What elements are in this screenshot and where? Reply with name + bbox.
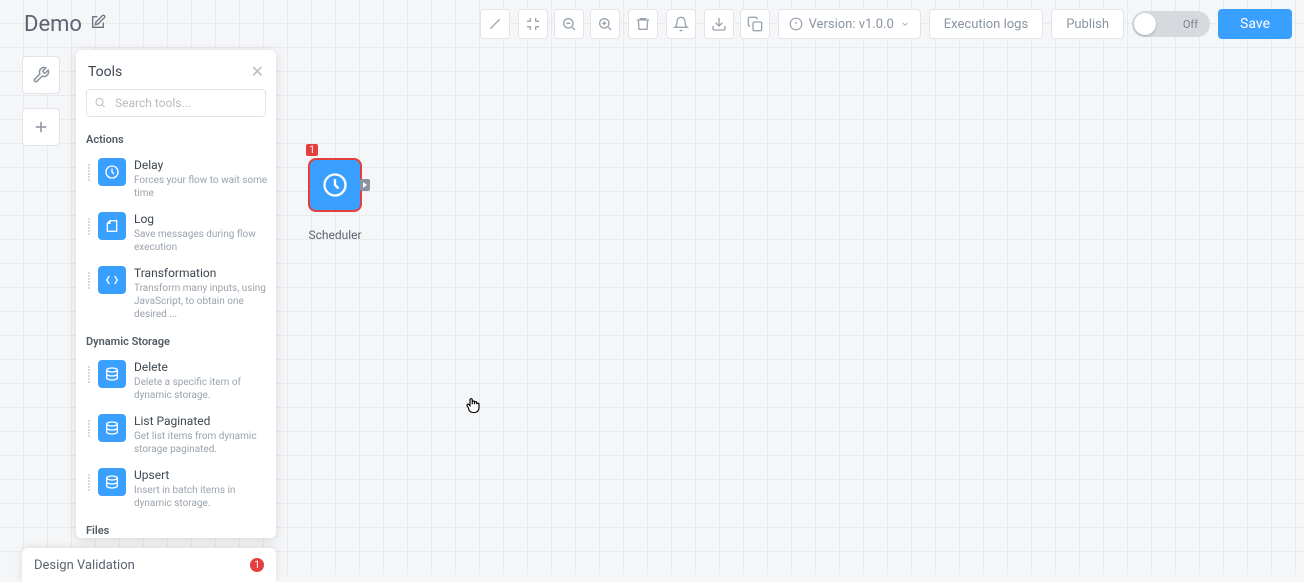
tool-delay[interactable]: Delay Forces your flow to wait some time <box>86 152 270 206</box>
top-header: Demo Version: v1.0.0 Execution logs <box>0 0 1304 48</box>
save-button[interactable]: Save <box>1218 9 1292 39</box>
database-icon <box>98 468 126 496</box>
drag-handle-icon <box>88 366 90 383</box>
section-files: Files <box>86 524 270 537</box>
tool-name: Delete <box>134 360 268 374</box>
tool-delete[interactable]: Delete Delete a specific item of dynamic… <box>86 354 270 408</box>
tool-transformation[interactable]: Transformation Transform many inputs, us… <box>86 260 270 327</box>
clock-icon <box>98 158 126 186</box>
log-icon <box>98 212 126 240</box>
version-label: Version: v1.0.0 <box>809 17 894 32</box>
node-box[interactable] <box>308 158 362 212</box>
drag-handle-icon <box>88 218 90 235</box>
add-node-button[interactable] <box>22 108 60 146</box>
trash-icon[interactable] <box>628 9 658 39</box>
section-dynamic-storage: Dynamic Storage <box>86 335 270 348</box>
search-icon <box>94 94 106 113</box>
tools-panel: Tools ✕ Actions Delay Forces your flow t… <box>76 50 276 538</box>
validation-label: Design Validation <box>34 558 135 573</box>
node-error-badge: 1 <box>306 144 318 156</box>
toolbar: Version: v1.0.0 Execution logs Publish O… <box>480 9 1292 39</box>
search-input[interactable] <box>86 89 266 117</box>
toggle-knob <box>1134 13 1156 35</box>
database-icon <box>98 414 126 442</box>
node-label: Scheduler <box>308 228 361 242</box>
tools-wrench-icon[interactable] <box>22 56 60 94</box>
tool-desc: Insert in batch items in dynamic storage… <box>134 484 268 510</box>
flow-toggle[interactable]: Off <box>1132 11 1210 37</box>
tool-name: Transformation <box>134 266 268 280</box>
tool-desc: Delete a specific item of dynamic storag… <box>134 376 268 402</box>
side-tools <box>22 56 60 146</box>
tool-fit-icon[interactable] <box>518 9 548 39</box>
zoom-in-icon[interactable] <box>590 9 620 39</box>
canvas-node-scheduler[interactable]: 1 Scheduler <box>308 158 362 242</box>
drag-handle-icon <box>88 164 90 181</box>
version-select[interactable]: Version: v1.0.0 <box>778 9 921 39</box>
clock-icon <box>321 171 349 199</box>
execution-logs-button[interactable]: Execution logs <box>929 9 1043 39</box>
validation-count-badge: 1 <box>250 558 264 572</box>
tool-desc: Get list items from dynamic storage pagi… <box>134 430 268 456</box>
tool-log[interactable]: Log Save messages during flow execution <box>86 206 270 260</box>
tool-desc: Transform many inputs, using JavaScript,… <box>134 282 268 321</box>
bell-icon[interactable] <box>666 9 696 39</box>
edit-title-icon[interactable] <box>90 14 106 34</box>
tool-desc: Forces your flow to wait some time <box>134 174 268 200</box>
drag-handle-icon <box>88 420 90 437</box>
drag-handle-icon <box>88 272 90 289</box>
tool-name: List Paginated <box>134 414 268 428</box>
toggle-label: Off <box>1183 18 1198 31</box>
publish-button[interactable]: Publish <box>1051 9 1124 39</box>
code-icon <box>98 266 126 294</box>
page-title: Demo <box>24 12 82 37</box>
info-icon <box>789 17 803 31</box>
tool-name: Upsert <box>134 468 268 482</box>
tool-name: Delay <box>134 158 268 172</box>
database-icon <box>98 360 126 388</box>
design-validation-tab[interactable]: Design Validation 1 <box>22 548 276 582</box>
close-icon[interactable]: ✕ <box>251 62 264 81</box>
download-icon[interactable] <box>704 9 734 39</box>
tool-name: Log <box>134 212 268 226</box>
drag-handle-icon <box>88 474 90 491</box>
tools-scroll[interactable]: Actions Delay Forces your flow to wait s… <box>76 125 276 538</box>
tools-panel-title: Tools <box>88 64 122 80</box>
tool-line-icon[interactable] <box>480 9 510 39</box>
node-output-port[interactable] <box>360 179 370 191</box>
hand-cursor-icon <box>464 396 482 418</box>
section-actions: Actions <box>86 133 270 146</box>
tool-upsert[interactable]: Upsert Insert in batch items in dynamic … <box>86 462 270 516</box>
tool-desc: Save messages during flow execution <box>134 228 268 254</box>
tool-list-paginated[interactable]: List Paginated Get list items from dynam… <box>86 408 270 462</box>
zoom-out-icon[interactable] <box>554 9 584 39</box>
chevron-down-icon <box>900 19 910 29</box>
copy-icon[interactable] <box>740 9 770 39</box>
